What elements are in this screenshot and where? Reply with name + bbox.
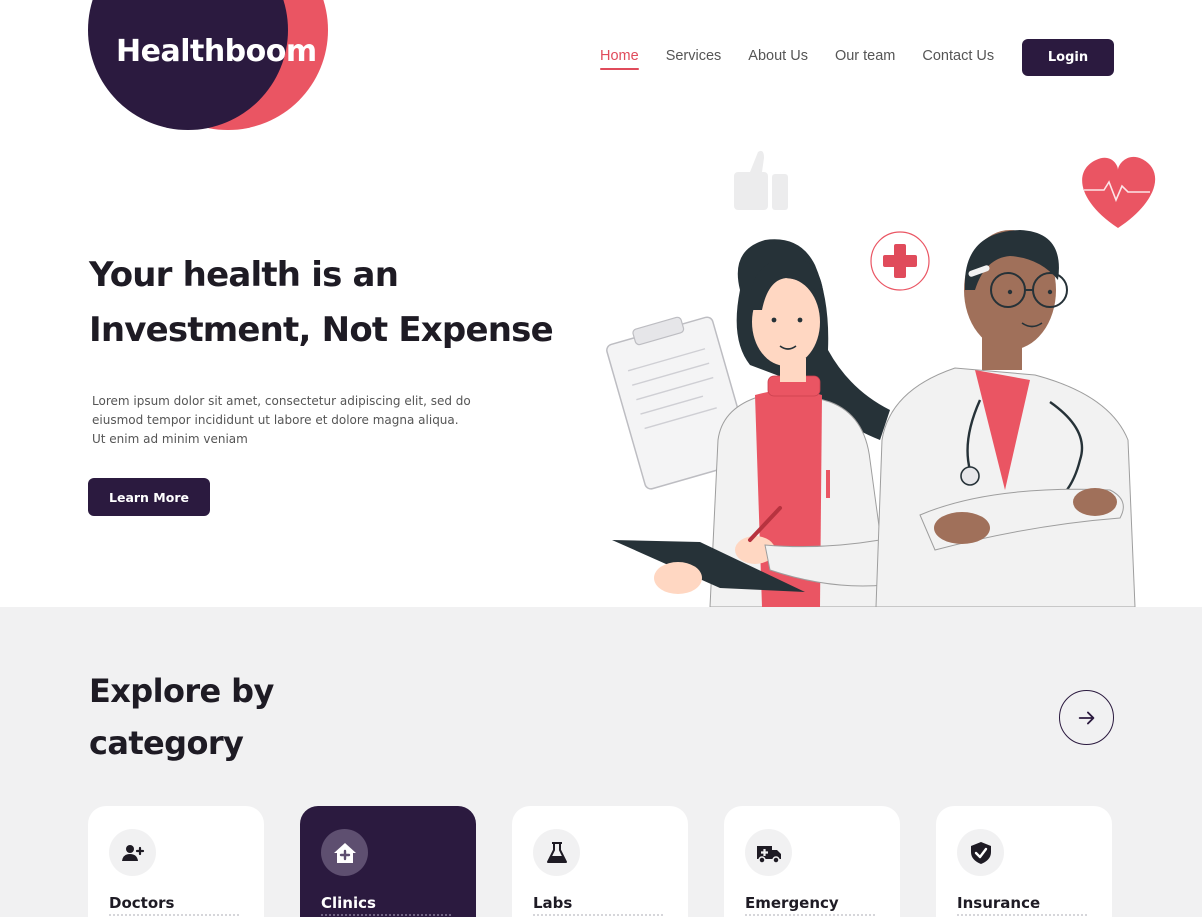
nav-about-us[interactable]: About Us — [748, 48, 808, 64]
category-label: Doctors — [109, 894, 175, 912]
category-label: Insurance — [957, 894, 1041, 912]
heart-icon — [1082, 156, 1156, 228]
house-plus-icon — [321, 829, 368, 876]
medical-cross-icon — [870, 231, 930, 291]
category-card-doctors[interactable]: Doctors — [88, 806, 264, 917]
category-card-labs[interactable]: Labs — [512, 806, 688, 917]
ambulance-icon — [745, 829, 792, 876]
explore-title-line-2: category — [89, 724, 244, 762]
next-category-button[interactable] — [1059, 690, 1114, 745]
thumbs-up-icon — [734, 150, 788, 210]
main-nav: Home Services About Us Our team Contact … — [600, 48, 994, 70]
nav-our-team[interactable]: Our team — [835, 48, 895, 64]
hero-title-line-1: Your health is an — [89, 255, 399, 295]
category-label: Clinics — [321, 894, 376, 912]
category-label: Emergency — [745, 894, 839, 912]
doctors-illustration — [606, 150, 1156, 607]
shield-check-icon — [957, 829, 1004, 876]
flask-icon — [533, 829, 580, 876]
learn-more-button[interactable]: Learn More — [88, 478, 210, 516]
brand-logo[interactable]: Healthboom — [116, 34, 317, 69]
nav-contact-us[interactable]: Contact Us — [922, 48, 994, 64]
hero-title: Your health is an Investment, Not Expens… — [89, 248, 589, 358]
category-card-clinics[interactable]: Clinics — [300, 806, 476, 917]
explore-title-line-1: Explore by — [89, 672, 274, 710]
category-card-emergency[interactable]: Emergency — [724, 806, 900, 917]
nav-home[interactable]: Home — [600, 48, 639, 70]
hero-title-line-2: Investment, Not Expense — [89, 310, 554, 350]
add-user-icon — [109, 829, 156, 876]
hero-description: Lorem ipsum dolor sit amet, consectetur … — [92, 394, 471, 446]
arrow-right-icon — [1078, 711, 1094, 724]
explore-title: Explore by category — [89, 665, 349, 769]
category-cards: Doctors Clinics Labs Emergency Insurance — [88, 806, 1112, 917]
category-card-insurance[interactable]: Insurance — [936, 806, 1112, 917]
nav-services[interactable]: Services — [666, 48, 722, 64]
category-label: Labs — [533, 894, 573, 912]
login-button[interactable]: Login — [1022, 39, 1114, 76]
